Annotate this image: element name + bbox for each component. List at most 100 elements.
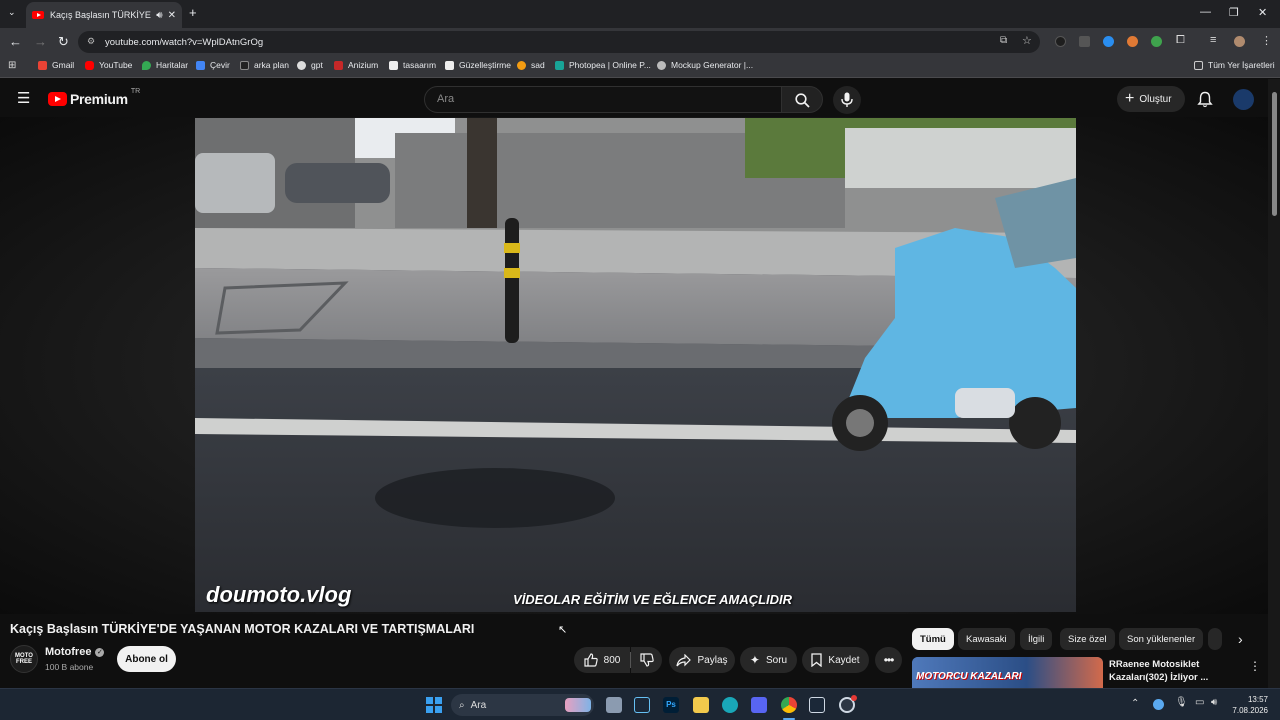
recommendation-title[interactable]: RRaenee Motosiklet Kazaları(302) İzliyor… [1109,658,1208,684]
dislike-button[interactable] [631,647,662,673]
share-button[interactable]: Paylaş [669,647,735,673]
country-badge: TR [130,87,141,95]
bookmark-arka-plan[interactable]: arka plan [240,60,289,70]
extensions-puzzle-icon[interactable]: ⧠ [1176,34,1185,47]
bookmark-photopea[interactable]: Photopea | Online P... [555,60,651,70]
extension-4-icon[interactable] [1127,36,1138,47]
chip-all[interactable]: Tümü [912,628,954,650]
chip-related[interactable]: İlgili [1020,628,1053,650]
chrome-taskbar-icon[interactable] [781,697,797,713]
scrollbar-thumb[interactable] [1272,92,1277,216]
site-info-icon[interactable]: ⚙ [87,36,95,47]
photopea-icon [555,60,564,70]
account-avatar[interactable] [1233,89,1254,110]
taskbar-search-icon: ⌕ [459,699,465,711]
profile-avatar[interactable] [1234,36,1245,47]
recommendation-menu-icon[interactable]: ⋮ [1249,659,1261,673]
task-view-icon[interactable] [606,697,622,713]
recommendation-thumbnail[interactable]: MOTORCU KAZALARI [912,657,1103,688]
steam-2-icon[interactable] [809,697,825,713]
tray-overflow-icon[interactable]: ⌃ [1131,698,1139,709]
close-window-icon[interactable]: ✕ [1258,6,1267,19]
bookmark-anizium[interactable]: Anizium [334,60,378,70]
tray-volume-icon[interactable]: 🔊︎ [1211,697,1217,708]
like-button[interactable]: 800 [574,647,630,673]
windows-start-icon[interactable] [426,697,442,713]
search-placeholder: Ara [437,93,455,105]
all-bookmarks[interactable]: Tüm Yer İşaretleri [1194,60,1275,70]
channel-avatar[interactable]: MOTO FREE [10,645,38,673]
bookmark-guzellestirme[interactable]: Güzelleştirme [445,60,511,70]
bookmark-translate[interactable]: Çevir [196,60,230,70]
minimize-icon[interactable]: — [1200,6,1211,18]
create-button[interactable]: + Oluştur [1117,86,1185,112]
bookmark-gpt[interactable]: gpt [297,60,323,70]
media-controls-icon[interactable]: ≡ [1210,34,1216,46]
install-app-icon[interactable]: ⧉ [1000,35,1007,46]
maximize-icon[interactable]: ❐ [1229,6,1239,19]
bookmark-star-icon[interactable]: ☆ [1022,34,1032,47]
chips-next-arrow-icon[interactable]: › [1238,631,1243,647]
close-tab-icon[interactable]: ✕ [168,10,176,21]
search-button[interactable] [781,86,823,113]
chip-recently-uploaded[interactable]: Son yüklenenler [1119,628,1204,650]
photoshop-icon[interactable]: Ps [663,697,679,713]
like-count: 800 [603,654,621,666]
ask-button[interactable]: ✦ Soru [740,647,797,673]
bookmark-gmail[interactable]: Gmail [38,60,74,70]
extension-2-icon[interactable] [1079,36,1090,47]
tray-mic-icon[interactable]: 🎙︎ [1175,697,1188,708]
taskbar-clock[interactable]: 13:57 7.08.2026 [1228,694,1268,716]
apps-grid-icon[interactable]: ⊞ [8,60,16,71]
extension-1-icon[interactable] [1055,36,1066,47]
reload-icon[interactable]: ↻ [58,34,69,50]
address-bar[interactable]: ⚙ youtube.com/watch?v=WplDAtnGrOg ⧉ ☆ [78,31,1040,53]
discord-icon[interactable] [751,697,767,713]
notifications-bell-icon[interactable] [1197,91,1213,108]
youtube-premium-logo[interactable]: Premium TR [48,87,141,107]
youtube-favicon-icon [32,11,44,19]
chip-for-you[interactable]: Size özel [1060,628,1115,650]
save-button[interactable]: Kaydet [802,647,869,673]
search-input[interactable]: Ara [424,86,782,113]
edge-icon[interactable] [722,697,738,713]
extension-5-icon[interactable] [1151,36,1162,47]
new-tab-icon[interactable]: + [189,5,197,20]
channel-name-row[interactable]: Motofree ✓ [45,646,105,658]
file-explorer-icon[interactable] [693,697,709,713]
hamburger-menu-icon[interactable]: ☰ [17,89,30,107]
chip-next-partial[interactable] [1208,628,1222,650]
bookmark-youtube[interactable]: YouTube [85,60,132,70]
sparkle-icon: ✦ [749,653,760,667]
steam-icon[interactable] [634,697,650,713]
maps-pin-icon [142,60,151,70]
channel-name: Motofree [45,646,92,658]
bookmark-sad[interactable]: sad [517,60,545,70]
voice-search-button[interactable] [833,86,861,114]
taskbar-search[interactable]: ⌕ Ara [451,694,594,716]
extension-3-icon[interactable] [1103,36,1114,47]
back-icon[interactable]: ← [9,34,22,49]
subscribe-button[interactable]: Abone ol [117,646,176,672]
bookmark-tasaarim[interactable]: tasaarım [389,60,436,70]
browser-tab-active[interactable]: Kaçış Başlasın TÜRKİYE'DE YAŞANAN MOTOR … [26,2,182,28]
folder-icon [1194,60,1203,70]
chip-kawasaki[interactable]: Kawasaki [958,628,1015,650]
bookmark-maps[interactable]: Haritalar [142,60,188,70]
guzellestirme-icon [445,60,454,70]
tray-display-icon[interactable]: ▭ [1195,697,1204,708]
forward-icon[interactable]: → [34,34,47,49]
browser-tab-strip: ⌄ Kaçış Başlasın TÜRKİYE'DE YAŞANAN MOTO… [0,0,1280,28]
bookmark-mockup-generator[interactable]: Mockup Generator |... [657,60,753,70]
more-actions-button[interactable]: ••• [875,647,902,673]
tray-app-icon[interactable] [1153,699,1164,710]
video-player[interactable]: doumoto.vlog VİDEOLAR EĞİTİM VE EĞLENCE … [0,117,1268,614]
speaker-icon[interactable]: 🔊︎ [156,10,162,21]
anizium-icon [334,60,343,70]
video-frame[interactable]: doumoto.vlog VİDEOLAR EĞİTİM VE EĞLENCE … [195,118,1076,612]
tab-search-chevron-icon[interactable]: ⌄ [8,7,16,18]
bookmark-icon [811,653,823,667]
subscriber-count: 100 B abone [45,662,94,672]
chrome-menu-icon[interactable]: ⋮ [1261,34,1272,47]
thumbs-down-icon [639,653,654,667]
